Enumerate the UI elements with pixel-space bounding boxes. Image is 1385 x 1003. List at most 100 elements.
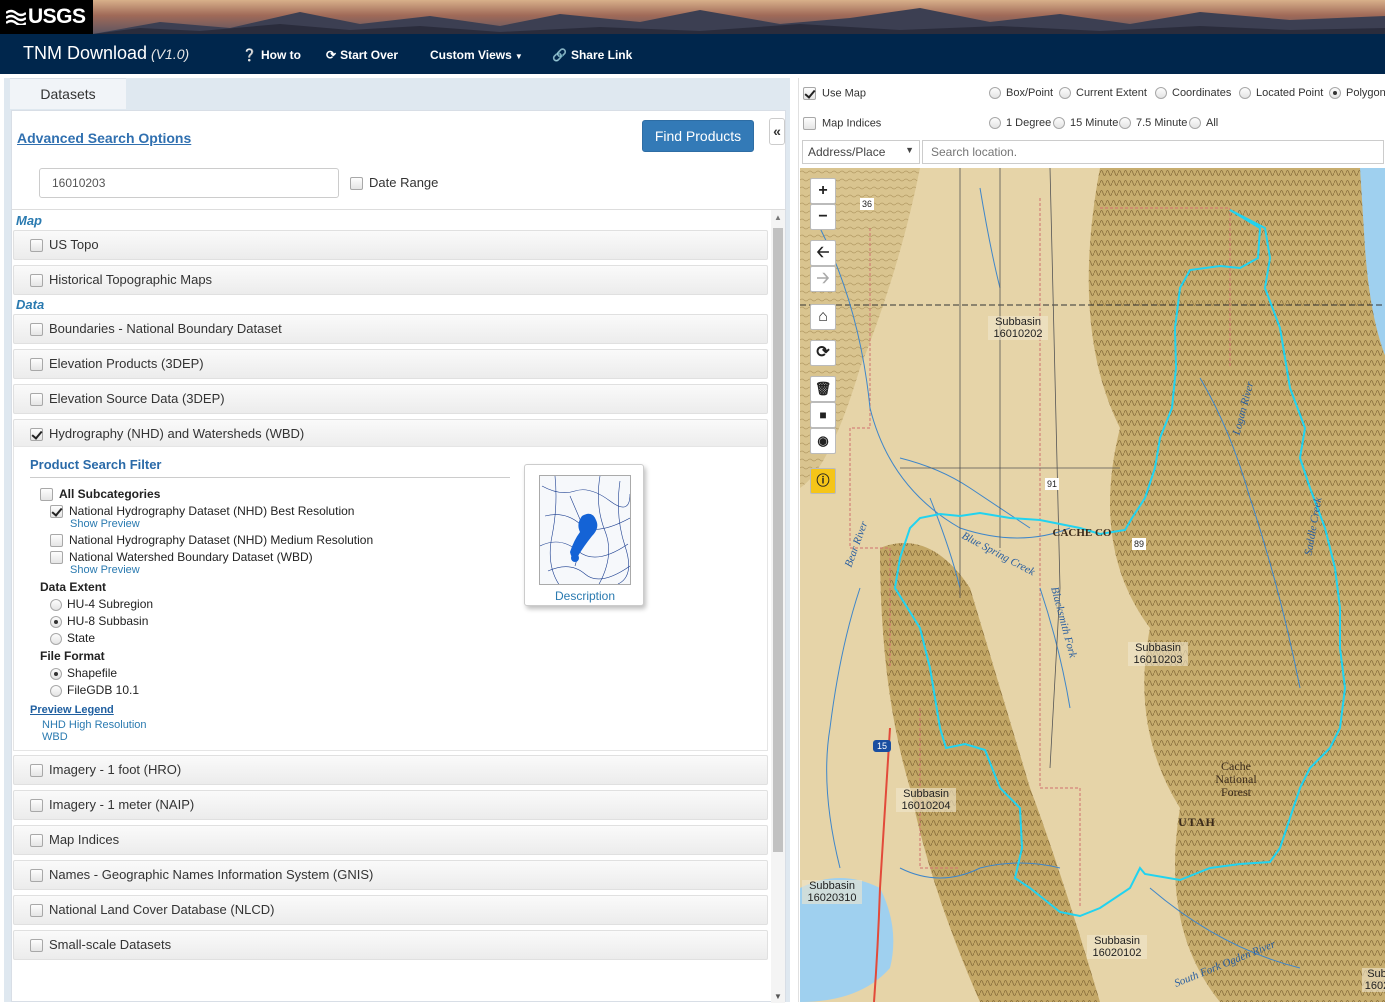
highway-36-shield-icon: 36 bbox=[860, 198, 874, 210]
dataset-label: Hydrography (NHD) and Watersheds (WBD) bbox=[49, 426, 305, 441]
map-label-cache-county: CACHE CO bbox=[1052, 527, 1112, 539]
subcategory-nhd-best[interactable]: National Hydrography Dataset (NHD) Best … bbox=[50, 504, 355, 519]
area-current-extent-radio[interactable]: Current Extent bbox=[1059, 87, 1147, 100]
dataset-imagery-naip[interactable]: Imagery - 1 meter (NAIP) bbox=[13, 790, 768, 820]
dataset-gnis[interactable]: Names - Geographic Names Information Sys… bbox=[13, 860, 768, 890]
radio-label: Coordinates bbox=[1172, 87, 1232, 99]
dataset-small-scale[interactable]: Small-scale Datasets bbox=[13, 930, 768, 960]
subcategory-nhd-medium[interactable]: National Hydrography Dataset (NHD) Mediu… bbox=[50, 533, 373, 548]
format-filegdb-radio[interactable]: FileGDB 10.1 bbox=[50, 683, 139, 697]
radio-label: Located Point bbox=[1256, 87, 1324, 99]
info-icon[interactable]: ⓘ bbox=[810, 468, 836, 494]
location-search-input[interactable] bbox=[922, 140, 1384, 164]
checkbox-checked-icon bbox=[50, 505, 63, 519]
radio-icon bbox=[1155, 87, 1167, 100]
use-map-checkbox[interactable]: Use Map bbox=[803, 87, 866, 100]
zoom-out-icon[interactable]: − bbox=[810, 204, 836, 230]
nav-custom-views[interactable]: Custom Views ▼ bbox=[430, 48, 527, 62]
divider bbox=[30, 477, 510, 478]
product-search-filter-title: Product Search Filter bbox=[30, 457, 162, 472]
checkbox-icon bbox=[30, 323, 43, 337]
collapse-panel-icon[interactable]: « bbox=[769, 118, 785, 145]
dataset-label: Names - Geographic Names Information Sys… bbox=[49, 867, 374, 882]
radio-label: 1 Degree bbox=[1006, 117, 1052, 129]
show-preview-link[interactable]: Show Preview bbox=[70, 518, 140, 530]
format-shapefile-radio[interactable]: Shapefile bbox=[50, 666, 117, 680]
data-extent-label: Data Extent bbox=[40, 580, 107, 594]
topographic-map[interactable]: Subbasin 16010202 Subbasin 16010203 Subbas… bbox=[800, 168, 1385, 1002]
forward-arrow-icon[interactable]: 🡢 bbox=[810, 266, 836, 292]
dataset-label: Elevation Source Data (3DEP) bbox=[49, 391, 225, 406]
back-arrow-icon[interactable]: 🡠 bbox=[810, 240, 836, 266]
address-place-select[interactable]: Address/Place ▼ bbox=[802, 140, 920, 164]
find-products-button[interactable]: Find Products bbox=[642, 120, 754, 152]
home-icon[interactable]: ⌂ bbox=[810, 304, 836, 330]
area-polygon-radio[interactable]: Polygon bbox=[1329, 87, 1385, 100]
highway-91-shield-icon: 91 bbox=[1045, 478, 1059, 490]
dataset-hydrography[interactable]: Hydrography (NHD) and Watersheds (WBD) bbox=[13, 419, 768, 449]
all-subcategories-checkbox[interactable]: All Subcategories bbox=[40, 487, 160, 502]
tab-datasets[interactable]: Datasets bbox=[10, 78, 126, 109]
subcategory-label: National Hydrography Dataset (NHD) Best … bbox=[69, 504, 355, 518]
radio-selected-icon bbox=[50, 667, 62, 680]
dataset-historical-topo[interactable]: Historical Topographic Maps bbox=[13, 265, 768, 295]
dataset-label: US Topo bbox=[49, 237, 99, 252]
dataset-list-scrollbar[interactable]: ▲ ▼ bbox=[771, 210, 785, 1003]
address-select-value: Address/Place bbox=[808, 145, 886, 159]
scrollbar-thumb[interactable] bbox=[773, 228, 783, 852]
area-located-point-radio[interactable]: Located Point bbox=[1239, 87, 1324, 100]
map-label-utah: UTAH bbox=[1178, 815, 1216, 829]
product-thumbnail-card[interactable]: Description bbox=[524, 464, 644, 606]
radio-label: Polygon bbox=[1346, 87, 1385, 99]
preview-legend-link[interactable]: Preview Legend bbox=[30, 704, 114, 716]
app-title[interactable]: TNM Download (V1.0) bbox=[23, 43, 189, 64]
nav-share-link-label: Share Link bbox=[570, 48, 633, 62]
scroll-down-arrow-icon[interactable]: ▼ bbox=[774, 992, 782, 1001]
dataset-boundaries[interactable]: Boundaries - National Boundary Dataset bbox=[13, 314, 768, 344]
radio-icon bbox=[1059, 87, 1071, 100]
radio-label: FileGDB 10.1 bbox=[67, 683, 140, 697]
subcategory-wbd[interactable]: National Watershed Boundary Dataset (WBD… bbox=[50, 550, 313, 565]
checkbox-icon bbox=[350, 177, 363, 191]
nav-start-over[interactable]: ⟳ Start Over bbox=[326, 48, 398, 62]
zoom-in-icon[interactable]: + bbox=[810, 178, 836, 204]
extent-hu8-radio[interactable]: HU-8 Subbasin bbox=[50, 614, 148, 628]
radio-selected-icon bbox=[50, 615, 62, 628]
checkbox-icon bbox=[803, 117, 816, 130]
legend-nhd-high-res: NHD High Resolution bbox=[42, 719, 147, 731]
dataset-elevation-products[interactable]: Elevation Products (3DEP) bbox=[13, 349, 768, 379]
nav-share-link[interactable]: 🔗 Share Link bbox=[552, 48, 632, 62]
dataset-imagery-hro[interactable]: Imagery - 1 foot (HRO) bbox=[13, 755, 768, 785]
index-7-5-minute-radio[interactable]: 7.5 Minute bbox=[1119, 117, 1187, 130]
dataset-nlcd[interactable]: National Land Cover Database (NLCD) bbox=[13, 895, 768, 925]
advanced-search-link[interactable]: Advanced Search Options bbox=[17, 130, 191, 146]
show-preview-link[interactable]: Show Preview bbox=[70, 564, 140, 576]
description-link[interactable]: Description bbox=[525, 589, 645, 603]
search-input[interactable] bbox=[39, 168, 339, 198]
extent-hu4-radio[interactable]: HU-4 Subregion bbox=[50, 597, 153, 611]
radio-icon bbox=[50, 684, 62, 697]
map-indices-checkbox[interactable]: Map Indices bbox=[803, 117, 881, 130]
index-15-minute-radio[interactable]: 15 Minute bbox=[1053, 117, 1118, 130]
dataset-elevation-source[interactable]: Elevation Source Data (3DEP) bbox=[13, 384, 768, 414]
nav-how-to[interactable]: ❔ How to bbox=[242, 48, 301, 62]
index-1-degree-radio[interactable]: 1 Degree bbox=[989, 117, 1052, 130]
radio-icon bbox=[989, 87, 1001, 100]
extent-state-radio[interactable]: State bbox=[50, 631, 95, 645]
checkbox-icon bbox=[30, 358, 43, 372]
pin-icon[interactable]: ◉ bbox=[810, 428, 836, 454]
scroll-up-arrow-icon[interactable]: ▲ bbox=[774, 213, 782, 222]
usgs-logo[interactable]: USGS bbox=[0, 0, 93, 34]
dataset-map-indices[interactable]: Map Indices bbox=[13, 825, 768, 855]
legend-wbd: WBD bbox=[42, 731, 68, 743]
dataset-us-topo[interactable]: US Topo bbox=[13, 230, 768, 260]
square-icon[interactable]: ■ bbox=[810, 402, 836, 428]
radio-selected-icon bbox=[1329, 87, 1341, 100]
date-range-checkbox[interactable]: Date Range bbox=[350, 175, 438, 191]
area-box-point-radio[interactable]: Box/Point bbox=[989, 87, 1053, 100]
radio-label: Current Extent bbox=[1076, 87, 1147, 99]
index-all-radio[interactable]: All bbox=[1189, 117, 1218, 130]
area-coordinates-radio[interactable]: Coordinates bbox=[1155, 87, 1232, 100]
reload-icon[interactable]: ⟳ bbox=[810, 340, 836, 366]
trash-icon[interactable]: 🗑 bbox=[810, 376, 836, 402]
